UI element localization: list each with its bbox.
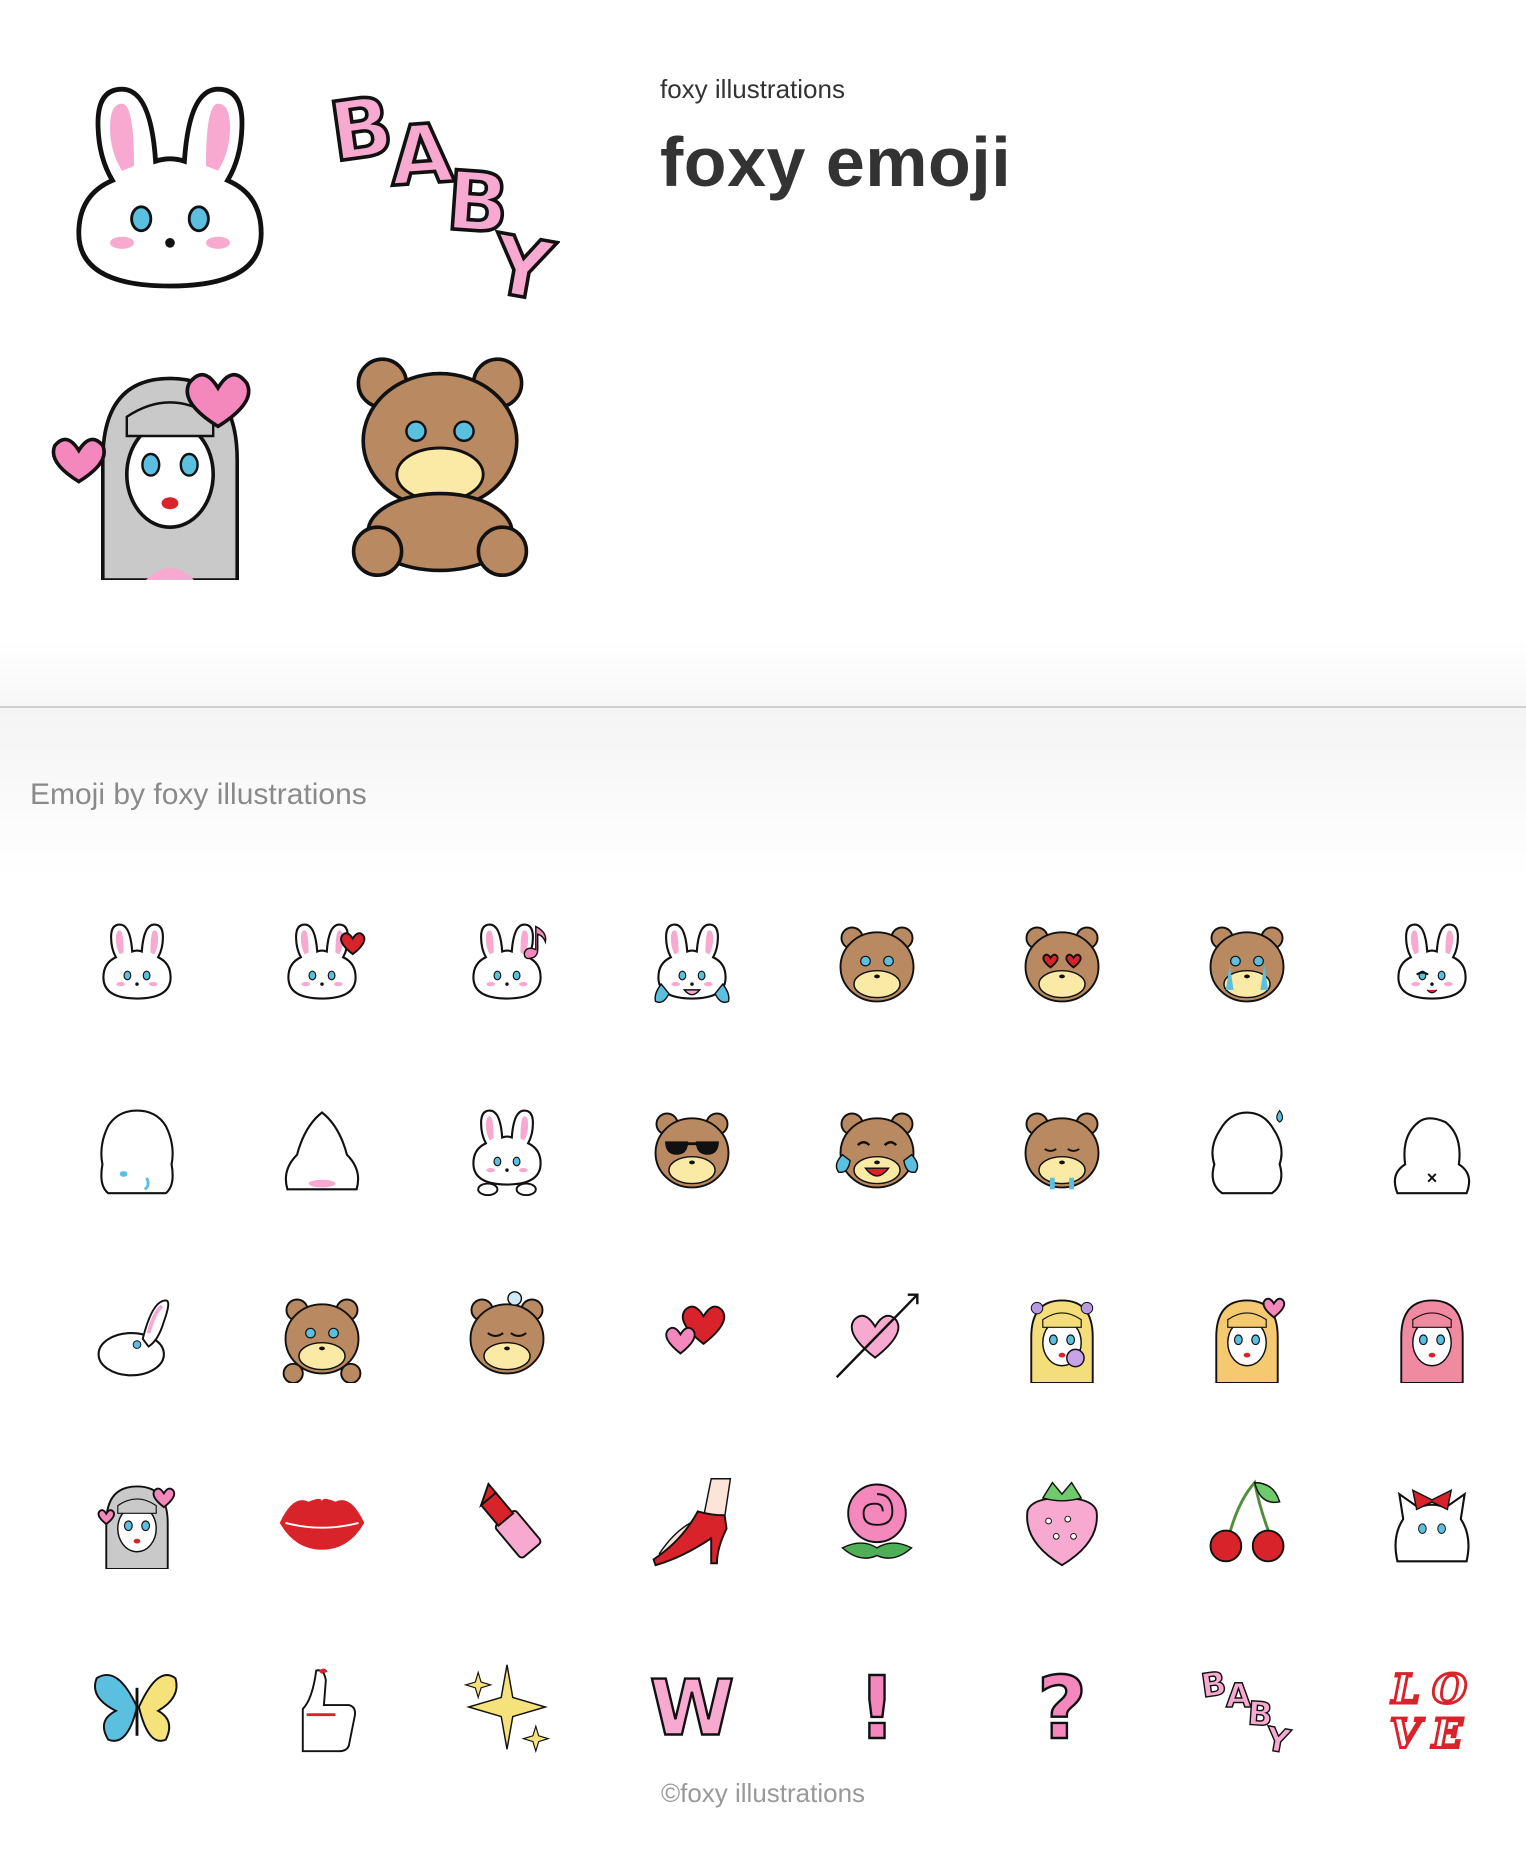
- strawberry-icon[interactable]: [969, 1428, 1154, 1614]
- sparkles-icon[interactable]: [414, 1614, 599, 1800]
- lips-icon[interactable]: [229, 1428, 414, 1614]
- butterfly-icon[interactable]: [44, 1614, 229, 1800]
- rose-icon[interactable]: [784, 1428, 969, 1614]
- bunny-back-crying-icon[interactable]: [44, 1056, 229, 1242]
- bunny-face-icon: [50, 70, 290, 310]
- svg-text:A: A: [387, 106, 457, 205]
- svg-text:L: L: [1390, 1665, 1419, 1713]
- teddy-bear-icon[interactable]: [229, 1242, 414, 1428]
- sticker-title: foxy emoji: [660, 123, 1012, 201]
- sticker-header: B A B Y foxy illustrations foxy emoji: [0, 0, 1526, 706]
- baby-text-icon: B A B Y: [320, 70, 560, 310]
- author-name[interactable]: foxy illustrations: [660, 74, 845, 105]
- bunny-sweat-icon[interactable]: [1154, 1056, 1339, 1242]
- double-heart-icon[interactable]: [599, 1242, 784, 1428]
- bunny-hiding-icon[interactable]: [229, 1056, 414, 1242]
- girl-hearts-icon[interactable]: [44, 1428, 229, 1614]
- lipstick-icon[interactable]: [414, 1428, 599, 1614]
- bunny-wink-icon[interactable]: [1339, 870, 1524, 1056]
- thumbs-up-icon[interactable]: [229, 1614, 414, 1800]
- svg-text:B: B: [1199, 1664, 1229, 1705]
- bunny-music-icon[interactable]: [414, 870, 599, 1056]
- bunny-lying-icon[interactable]: [44, 1242, 229, 1428]
- svg-text:?: ?: [1036, 1659, 1086, 1755]
- bear-sad-icon[interactable]: [969, 1056, 1154, 1242]
- svg-text:O: O: [1432, 1665, 1467, 1713]
- girl-bubblegum-icon[interactable]: [969, 1242, 1154, 1428]
- preview-images: B A B Y: [50, 70, 580, 630]
- emoji-list-heading: Emoji by foxy illustrations: [30, 778, 367, 811]
- girl-hearts-icon: [50, 340, 290, 580]
- exclamation-icon[interactable]: !: [784, 1614, 969, 1800]
- love-text-icon[interactable]: LOVE: [1339, 1614, 1524, 1800]
- bunny-crying-icon[interactable]: [599, 870, 784, 1056]
- girl-red-hair-icon[interactable]: [1339, 1242, 1524, 1428]
- svg-text:V: V: [1389, 1709, 1424, 1755]
- emoji-grid: W!? B A B Y L O V E: [44, 870, 1514, 1800]
- teddy-bear-icon: [320, 340, 560, 580]
- svg-text:E: E: [1431, 1709, 1464, 1755]
- bunny-back-icon[interactable]: [1339, 1056, 1524, 1242]
- bear-sunglasses-icon[interactable]: [599, 1056, 784, 1242]
- svg-text:!: !: [857, 1659, 896, 1755]
- svg-text:W: W: [649, 1665, 734, 1754]
- bear-heart-eyes-icon[interactable]: [969, 870, 1154, 1056]
- kitten-bow-icon[interactable]: [1339, 1428, 1524, 1614]
- girl-kiss-icon[interactable]: [1154, 1242, 1339, 1428]
- bear-face-icon[interactable]: [784, 870, 969, 1056]
- bear-laughing-crying-icon[interactable]: [784, 1056, 969, 1242]
- high-heel-icon[interactable]: [599, 1428, 784, 1614]
- bunny-heart-icon[interactable]: [229, 870, 414, 1056]
- copyright: ©foxy illustrations: [660, 1778, 866, 1808]
- cherries-icon[interactable]: [1154, 1428, 1339, 1614]
- baby-text-icon[interactable]: BABY: [1154, 1614, 1339, 1800]
- bear-teary-icon[interactable]: [1154, 870, 1339, 1056]
- w-letter-icon[interactable]: W: [599, 1614, 784, 1800]
- bunny-sitting-icon[interactable]: [414, 1056, 599, 1242]
- bear-sleeping-icon[interactable]: [414, 1242, 599, 1428]
- bunny-face-icon[interactable]: [44, 870, 229, 1056]
- question-icon[interactable]: ?: [969, 1614, 1154, 1800]
- heart-arrow-icon[interactable]: [784, 1242, 969, 1428]
